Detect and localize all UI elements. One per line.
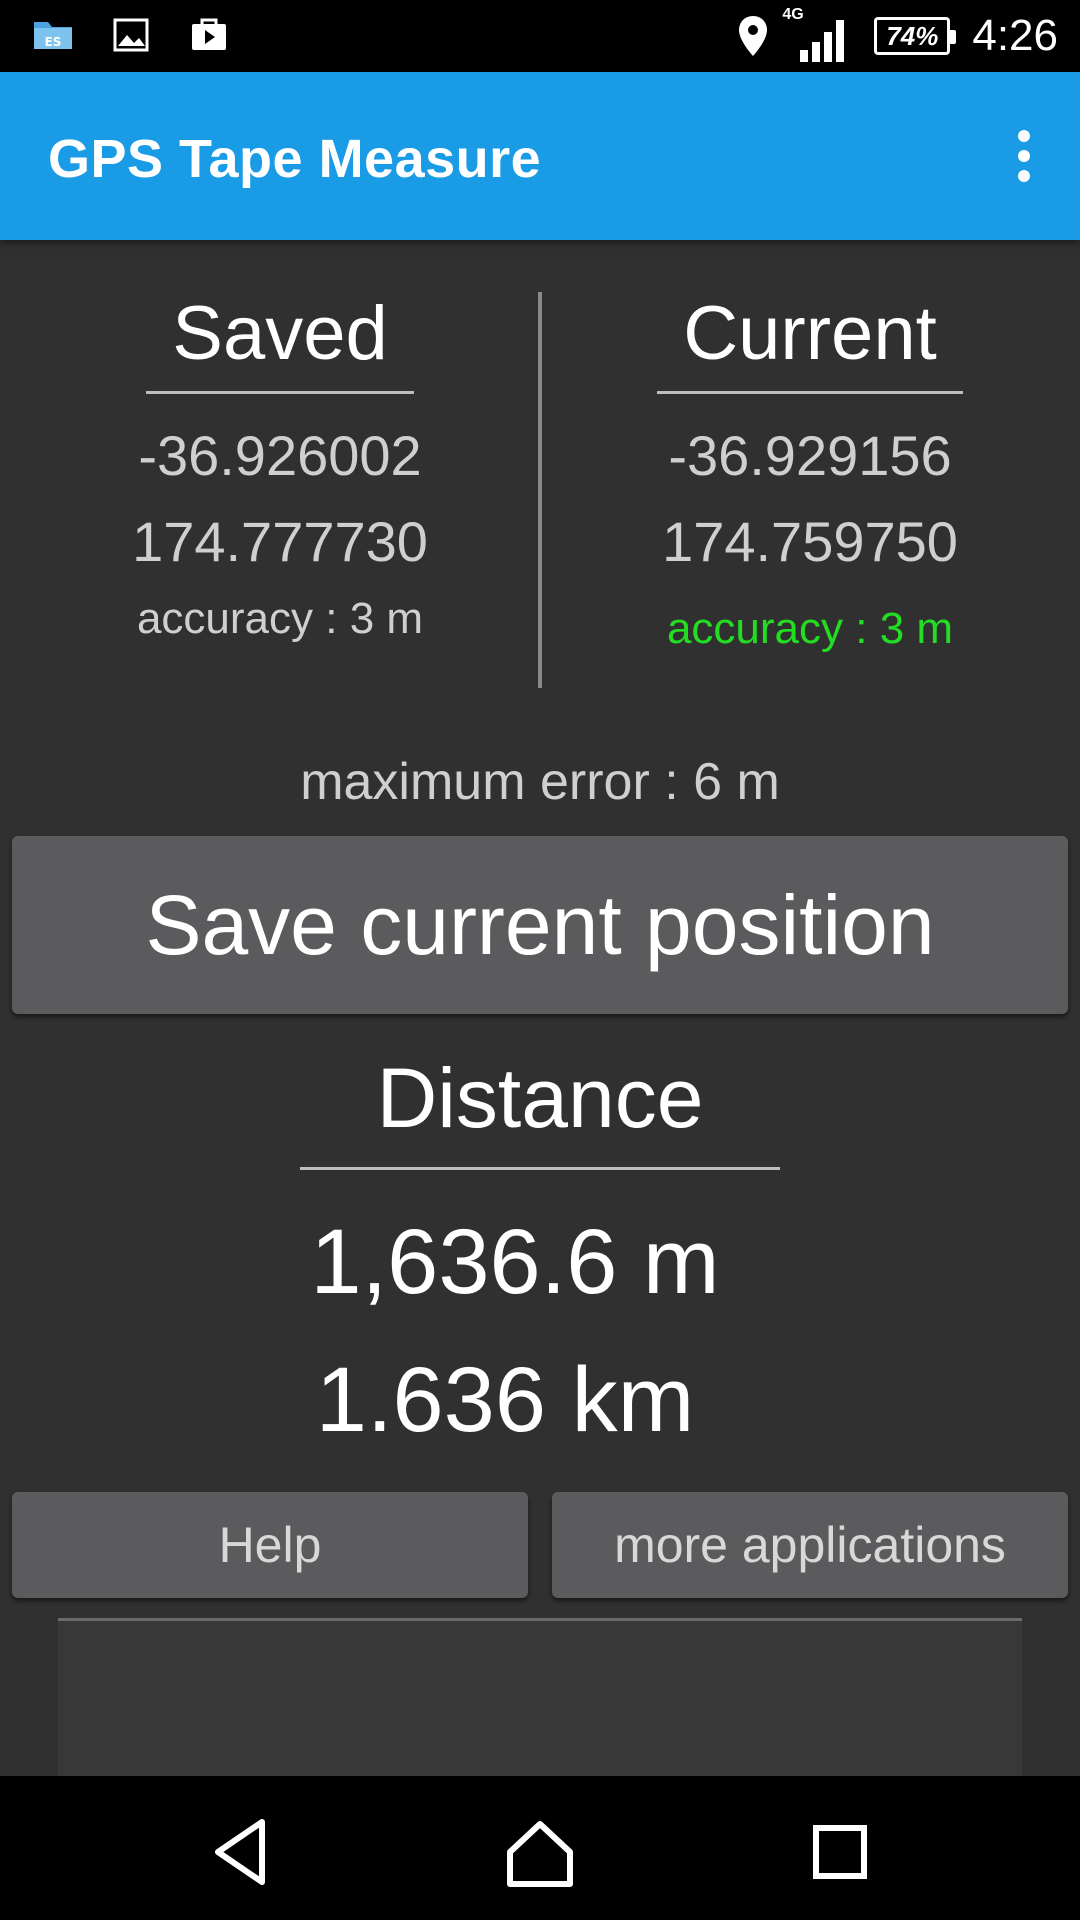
svg-text:ES: ES [45,35,62,49]
home-icon[interactable] [500,1812,580,1892]
current-heading: Current [657,290,963,394]
saved-position-panel: Saved -36.926002 174.777730 accuracy : 3… [70,290,490,644]
distance-kilometers: 1.636 km [315,1349,695,1451]
saved-heading: Saved [146,290,414,394]
notification-icons: ES [30,12,232,58]
ad-banner [58,1618,1022,1779]
file-explorer-icon: ES [34,22,72,49]
save-current-position-button[interactable]: Save current position [12,836,1068,1014]
network-type: 4G [782,6,804,23]
more-applications-button[interactable]: more applications [552,1492,1068,1598]
distance-meters: 1,636.6 m [310,1211,720,1313]
overflow-menu-icon[interactable] [1012,128,1036,184]
saved-accuracy: accuracy : 3 m [136,594,424,643]
navigation-bar [0,1776,1080,1920]
back-icon[interactable] [200,1812,280,1892]
distance-heading: Distance [300,1050,780,1170]
column-divider [538,292,542,688]
saved-latitude: -36.926002 [138,424,422,487]
current-longitude: 174.759750 [662,510,958,573]
app-bar: GPS Tape Measure [0,72,1080,240]
current-latitude: -36.929156 [668,424,952,487]
current-position-panel: Current -36.929156 174.759750 accuracy :… [600,290,1020,654]
app-title: GPS Tape Measure [48,129,542,189]
system-status: 4G 74% 4:26 [736,0,1058,72]
maximum-error: maximum error : 6 m [300,753,780,811]
clock: 4:26 [972,11,1058,60]
signal-icon: 4G [782,6,852,66]
saved-longitude: 174.777730 [132,510,428,573]
recents-icon[interactable] [800,1812,880,1892]
current-accuracy: accuracy : 3 m [666,604,954,653]
shopping-bag-icon [192,18,226,50]
help-button[interactable]: Help [12,1492,528,1598]
battery-level: 74% [886,20,939,51]
image-icon [113,18,149,52]
battery-icon: 74% [874,17,957,55]
location-icon [739,16,768,56]
status-bar: ES 4G 74% 4:26 [0,0,1080,72]
